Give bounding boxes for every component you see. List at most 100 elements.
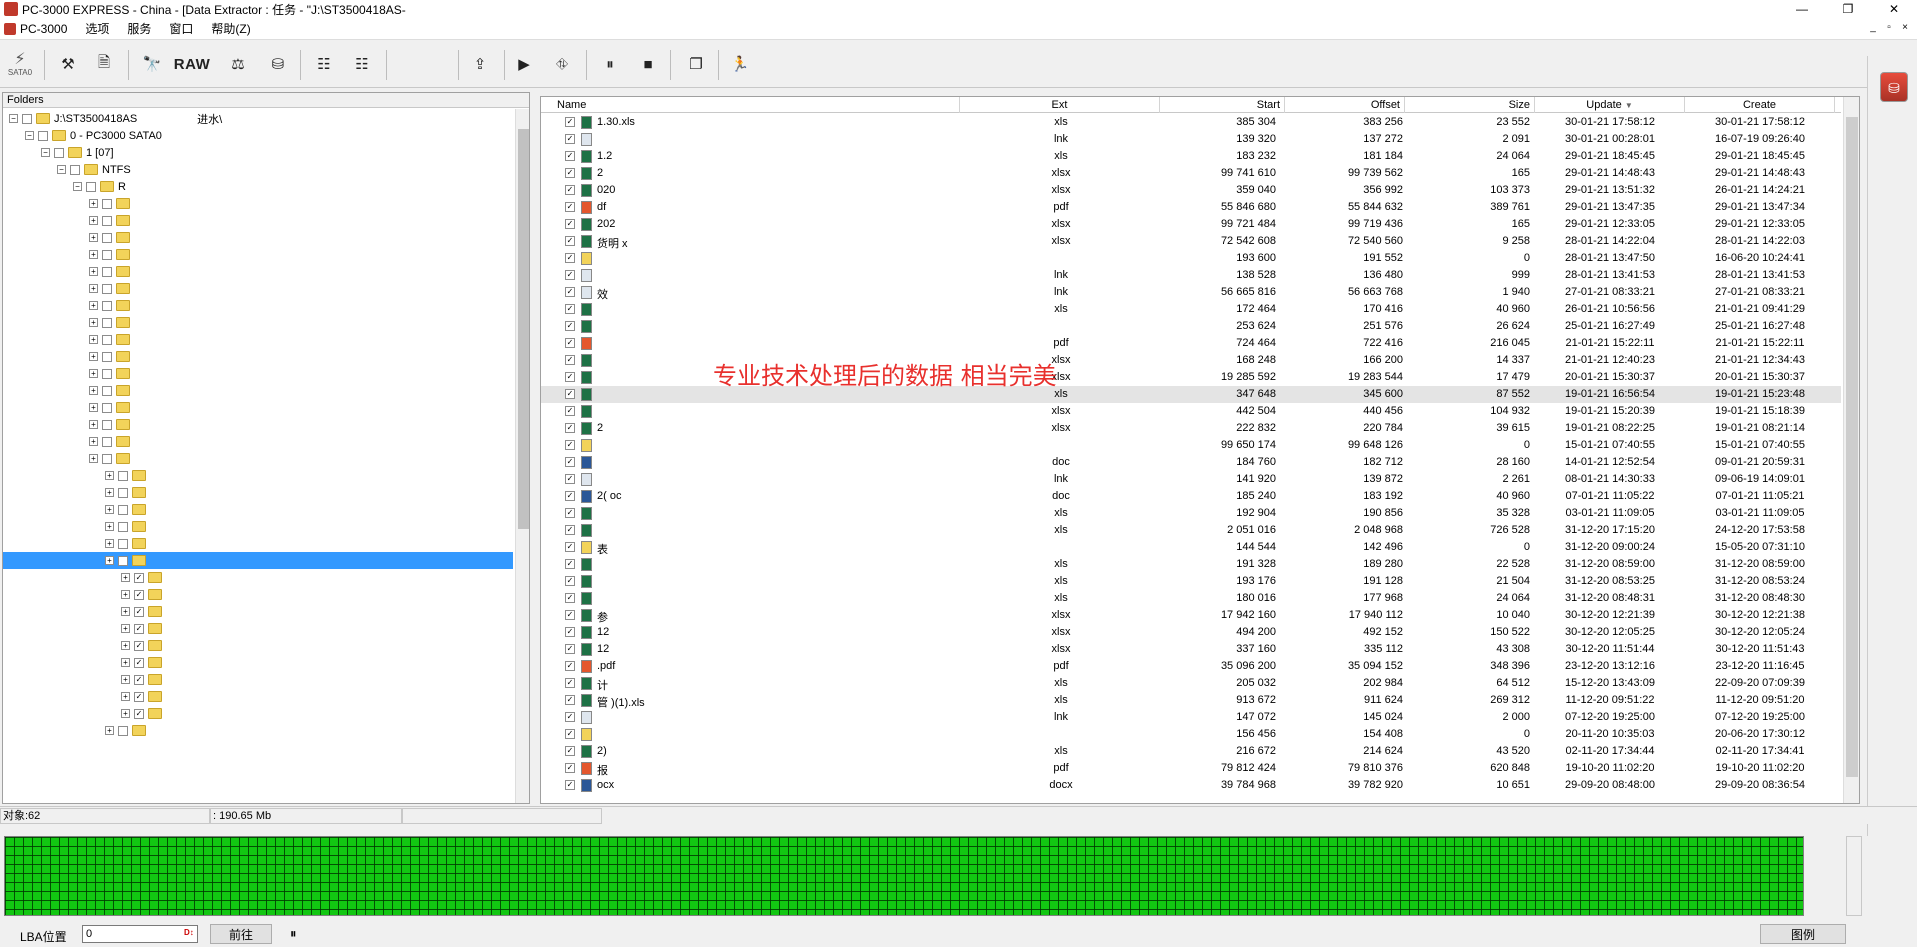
row-checkbox[interactable]: ✓ — [565, 219, 575, 229]
table-row[interactable]: ✓ xls 180 016 177 968 24 064 31-12-20 08:48:3… — [541, 590, 1841, 607]
checkbox[interactable] — [102, 436, 112, 447]
folder-node[interactable]: + — [3, 246, 513, 263]
copy-icon[interactable]: ❐ — [682, 48, 710, 80]
expand-icon[interactable]: + — [89, 369, 98, 378]
expand-icon[interactable]: + — [105, 488, 114, 497]
row-checkbox[interactable]: ✓ — [565, 763, 575, 773]
table-row[interactable]: ✓ xls 2 051 016 2 048 968 726 528 31-12-20 17… — [541, 522, 1841, 539]
table-row[interactable]: ✓ doc 184 760 182 712 28 160 14-01-21 12:52:5… — [541, 454, 1841, 471]
table-row[interactable]: ✓ 2( oc doc 185 240 183 192 40 960 07-01-21 11… — [541, 488, 1841, 505]
expand-icon[interactable]: + — [121, 658, 130, 667]
folder-node[interactable]: + ✓ — [3, 637, 513, 654]
files-scrollbar[interactable] — [1843, 97, 1859, 803]
row-checkbox[interactable]: ✓ — [565, 678, 575, 688]
checkbox[interactable] — [70, 164, 80, 175]
row-checkbox[interactable]: ✓ — [565, 389, 575, 399]
folder-node[interactable]: − 0 - PC3000 SATA0 — [3, 127, 513, 144]
checkbox[interactable] — [118, 504, 128, 515]
folder-node[interactable]: − R — [3, 178, 513, 195]
tools-icon[interactable]: ⚒ — [54, 48, 82, 80]
folder-node[interactable]: + ✓ — [3, 671, 513, 688]
table-row[interactable]: ✓ xls 172 464 170 416 40 960 26-01-21 10:56:5… — [541, 301, 1841, 318]
expand-icon[interactable]: + — [89, 335, 98, 344]
checkbox[interactable] — [118, 725, 128, 736]
checkbox[interactable] — [102, 453, 112, 464]
folder-node[interactable]: + — [3, 229, 513, 246]
row-checkbox[interactable]: ✓ — [565, 729, 575, 739]
row-checkbox[interactable]: ✓ — [565, 236, 575, 246]
scale-icon[interactable]: ⚖ — [224, 48, 252, 80]
table-row[interactable]: ✓ 计 xls 205 032 202 984 64 512 15-12-20 13:43:… — [541, 675, 1841, 692]
expand-icon[interactable]: + — [89, 437, 98, 446]
expand-icon[interactable]: + — [121, 624, 130, 633]
run-icon[interactable]: 🏃 — [726, 48, 754, 80]
table-row[interactable]: ✓ ocx docx 39 784 968 39 782 920 10 651 29-09-… — [541, 777, 1841, 794]
checkbox[interactable] — [102, 215, 112, 226]
table-row[interactable]: ✓ 2 xlsx 99 741 610 99 739 562 165 29-01-21 14… — [541, 165, 1841, 182]
checkbox[interactable] — [118, 538, 128, 549]
checkbox[interactable]: ✓ — [134, 640, 144, 651]
folder-node[interactable]: + — [3, 450, 513, 467]
row-checkbox[interactable]: ✓ — [565, 117, 575, 127]
info-icon[interactable]: 🗎 — [90, 48, 118, 80]
row-checkbox[interactable]: ✓ — [565, 474, 575, 484]
scrollbar-thumb[interactable] — [518, 129, 529, 529]
expand-icon[interactable]: + — [121, 692, 130, 701]
row-checkbox[interactable]: ✓ — [565, 508, 575, 518]
folders-scrollbar[interactable] — [515, 109, 529, 803]
row-checkbox[interactable]: ✓ — [565, 202, 575, 212]
row-checkbox[interactable]: ✓ — [565, 491, 575, 501]
checkbox[interactable] — [102, 402, 112, 413]
table-row[interactable]: ✓ 1.2 xls 183 232 181 184 24 064 29-01-21 18:4… — [541, 148, 1841, 165]
folder-node[interactable]: + ✓ — [3, 586, 513, 603]
checkbox[interactable]: ✓ — [134, 606, 144, 617]
checkbox[interactable] — [102, 266, 112, 277]
table-row[interactable]: ✓ pdf 724 464 722 416 216 045 21-01-21 15:22:… — [541, 335, 1841, 352]
row-checkbox[interactable]: ✓ — [565, 593, 575, 603]
checkbox[interactable]: ✓ — [118, 555, 128, 566]
checkbox[interactable] — [118, 521, 128, 532]
table-row[interactable]: ✓ 效 lnk 56 665 816 56 663 768 1 940 27-01-21 0… — [541, 284, 1841, 301]
expand-icon[interactable]: + — [121, 641, 130, 650]
stop-icon[interactable]: ■ — [634, 48, 662, 80]
collapse-icon[interactable]: − — [41, 148, 50, 157]
checkbox[interactable]: ✓ — [134, 572, 144, 583]
pause-icon[interactable]: ⏸ — [290, 926, 297, 942]
checkbox[interactable] — [22, 113, 32, 124]
row-checkbox[interactable]: ✓ — [565, 457, 575, 467]
table-row[interactable]: ✓ 报 pdf 79 812 424 79 810 376 620 848 19-10-20… — [541, 760, 1841, 777]
row-checkbox[interactable]: ✓ — [565, 712, 575, 722]
checkbox[interactable] — [102, 283, 112, 294]
row-checkbox[interactable]: ✓ — [565, 661, 575, 671]
folder-node[interactable]: + — [3, 535, 513, 552]
row-checkbox[interactable]: ✓ — [565, 644, 575, 654]
expand-icon[interactable]: + — [105, 726, 114, 735]
table-row[interactable]: ✓ xlsx 442 504 440 456 104 932 19-01-21 15:20… — [541, 403, 1841, 420]
table-row[interactable]: ✓ lnk 141 920 139 872 2 261 08-01-21 14:30:33… — [541, 471, 1841, 488]
row-checkbox[interactable]: ✓ — [565, 406, 575, 416]
folder-node[interactable]: + — [3, 348, 513, 365]
checkbox[interactable] — [102, 232, 112, 243]
menu-help[interactable]: 帮助(Z) — [202, 18, 259, 40]
table-row[interactable]: ✓ lnk 147 072 145 024 2 000 07-12-20 19:25:00… — [541, 709, 1841, 726]
table-row[interactable]: ✓ df pdf 55 846 680 55 844 632 389 761 29-01-2… — [541, 199, 1841, 216]
folder-node[interactable]: + — [3, 331, 513, 348]
folder-node[interactable]: + ✓ — [3, 688, 513, 705]
row-checkbox[interactable]: ✓ — [565, 355, 575, 365]
folder-node[interactable]: + — [3, 467, 513, 484]
table-row[interactable]: ✓ 12 xlsx 337 160 335 112 43 308 30-12-20 11:5… — [541, 641, 1841, 658]
expand-icon[interactable]: + — [89, 352, 98, 361]
expand-icon[interactable]: + — [89, 250, 98, 259]
checkbox[interactable] — [102, 317, 112, 328]
legend-button[interactable]: 图例 — [1760, 924, 1846, 944]
tree-icon[interactable]: ☷ — [310, 48, 338, 80]
row-checkbox[interactable]: ✓ — [565, 372, 575, 382]
row-checkbox[interactable]: ✓ — [565, 270, 575, 280]
expand-icon[interactable]: + — [105, 539, 114, 548]
expand-icon[interactable]: + — [121, 573, 130, 582]
expand-icon[interactable]: + — [89, 386, 98, 395]
tree-view-icon[interactable]: ☷ — [348, 48, 376, 80]
table-row[interactable]: ✓ 202 xlsx 99 721 484 99 719 436 165 29-01-21 … — [541, 216, 1841, 233]
checkbox[interactable]: ✓ — [134, 589, 144, 600]
scrollbar-thumb[interactable] — [1846, 117, 1858, 777]
